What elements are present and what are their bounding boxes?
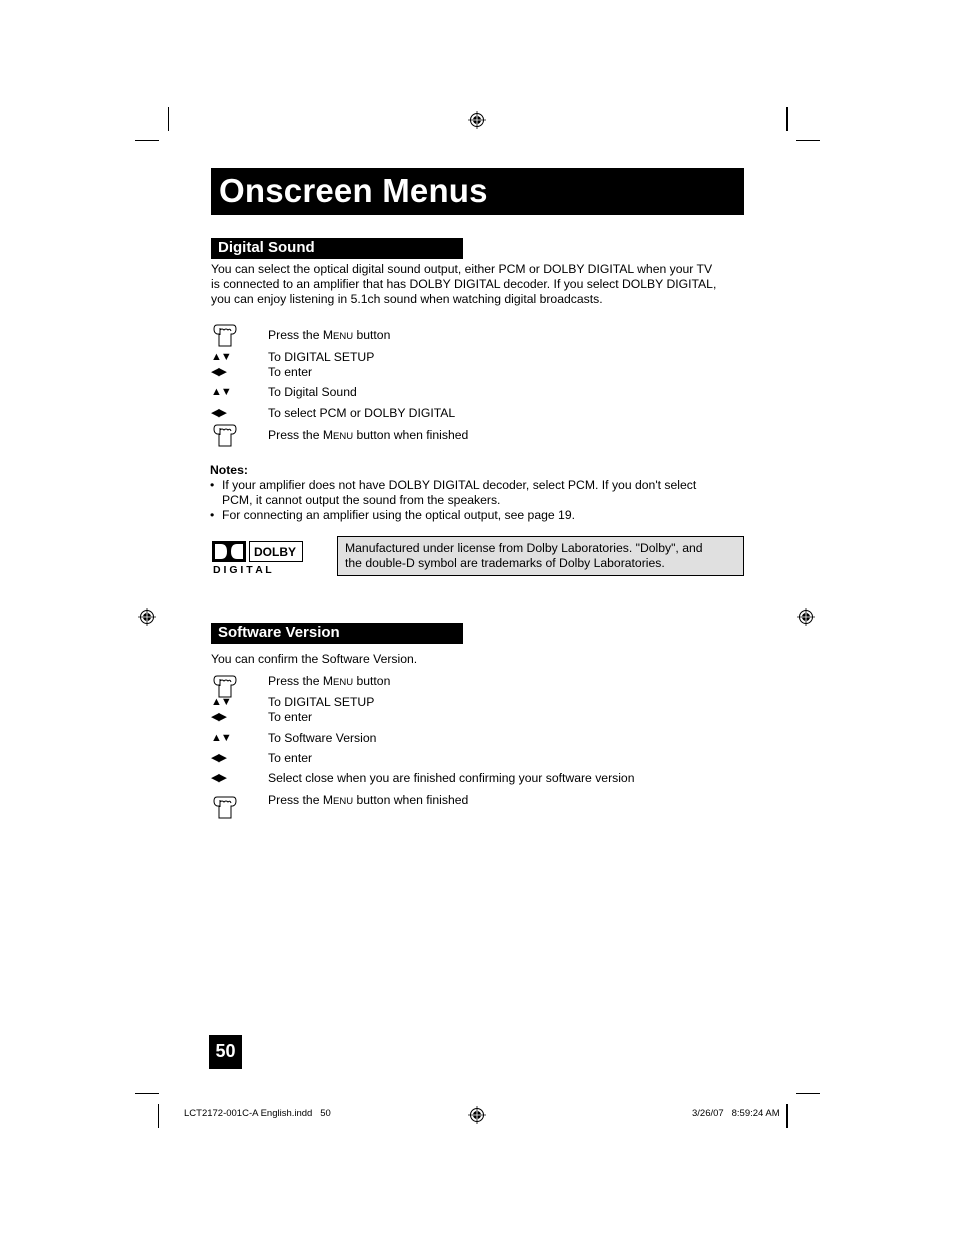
bullet: • bbox=[210, 478, 215, 492]
page-title: Onscreen Menus bbox=[219, 172, 488, 209]
step-text: To enter bbox=[268, 365, 313, 379]
note-line: PCM, it cannot output the sound from the… bbox=[222, 493, 501, 507]
digital-wordmark: D I G I T A L bbox=[213, 564, 272, 576]
page-number: 50 bbox=[215, 1041, 236, 1061]
note-line: For connecting an amplifier using the op… bbox=[222, 508, 575, 522]
up-down-arrows-icon: ▲▼ bbox=[211, 696, 232, 708]
registration-mark-icon bbox=[138, 608, 156, 626]
hand-press-icon bbox=[213, 796, 237, 819]
intro-line: You can select the optical digital sound… bbox=[211, 262, 713, 276]
crop-mark bbox=[135, 140, 159, 141]
section-heading-text: Digital Sound bbox=[218, 239, 315, 256]
up-down-arrows-icon: ▲▼ bbox=[211, 732, 232, 744]
hand-press-icon bbox=[213, 324, 237, 347]
left-right-arrows-icon: ◀▶ bbox=[211, 711, 227, 723]
step-text: Press the MENU button bbox=[268, 328, 391, 342]
crop-mark bbox=[168, 107, 169, 131]
step-text: To select PCM or DOLBY DIGITAL bbox=[268, 406, 456, 420]
up-down-arrows-icon: ▲▼ bbox=[211, 386, 232, 398]
section-heading-digital-sound: Digital Sound bbox=[211, 238, 463, 259]
step-text: Press the MENU button when finished bbox=[268, 793, 469, 807]
intro-line: you can enjoy listening in 5.1ch sound w… bbox=[211, 292, 603, 306]
step-text: To enter bbox=[268, 751, 313, 765]
dolby-digital-logo: DOLBY D I G I T A L bbox=[212, 541, 307, 577]
left-right-arrows-icon: ◀▶ bbox=[211, 752, 227, 764]
step-text: To Digital Sound bbox=[268, 385, 357, 399]
left-right-arrows-icon: ◀▶ bbox=[211, 366, 227, 378]
footer-file-name: LCT2172-001C-A English.indd 50 bbox=[184, 1108, 331, 1119]
crop-mark bbox=[796, 140, 820, 141]
left-right-arrows-icon: ◀▶ bbox=[211, 407, 227, 419]
license-text: Manufactured under license from Dolby La… bbox=[345, 541, 735, 571]
intro-line: is connected to an amplifier that has DO… bbox=[211, 277, 717, 291]
step-text: To Software Version bbox=[268, 731, 377, 745]
up-down-arrows-icon: ▲▼ bbox=[211, 351, 232, 363]
step-text: Press the MENU button when finished bbox=[268, 428, 469, 442]
bullet: • bbox=[210, 508, 215, 522]
dolby-wordmark: DOLBY bbox=[254, 545, 296, 559]
license-line: the double-D symbol are trademarks of Do… bbox=[345, 556, 665, 570]
registration-mark-icon bbox=[468, 1106, 486, 1124]
double-d-icon bbox=[212, 541, 246, 562]
footer-timestamp: 3/26/07 8:59:24 AM bbox=[692, 1108, 780, 1119]
note-line: If your amplifier does not have DOLBY DI… bbox=[222, 478, 697, 492]
section-heading-text: Software Version bbox=[218, 624, 340, 641]
step-text: To DIGITAL SETUP bbox=[268, 695, 375, 709]
section-heading-software-version: Software Version bbox=[211, 623, 463, 644]
license-notice-box: Manufactured under license from Dolby La… bbox=[337, 536, 744, 576]
software-version-intro: You can confirm the Software Version. bbox=[211, 652, 418, 666]
step-text: Select close when you are finished confi… bbox=[268, 771, 635, 785]
step-text: Press the MENU button bbox=[268, 674, 391, 688]
crop-mark bbox=[135, 1093, 159, 1094]
page-title-bar: Onscreen Menus bbox=[211, 168, 744, 215]
crop-mark bbox=[786, 107, 788, 131]
left-right-arrows-icon: ◀▶ bbox=[211, 772, 227, 784]
crop-mark bbox=[786, 1104, 788, 1128]
page-number-box: 50 bbox=[209, 1035, 242, 1069]
crop-mark bbox=[796, 1093, 820, 1094]
dolby-wordmark-box: DOLBY bbox=[249, 541, 303, 562]
notes-title: Notes: bbox=[210, 463, 248, 477]
registration-mark-icon bbox=[468, 111, 486, 129]
digital-sound-intro: You can select the optical digital sound… bbox=[211, 262, 716, 307]
step-text: To DIGITAL SETUP bbox=[268, 350, 375, 364]
crop-mark bbox=[158, 1104, 159, 1128]
step-text: To enter bbox=[268, 710, 313, 724]
hand-press-icon bbox=[213, 424, 237, 447]
license-line: Manufactured under license from Dolby La… bbox=[345, 541, 703, 555]
registration-mark-icon bbox=[797, 608, 815, 626]
